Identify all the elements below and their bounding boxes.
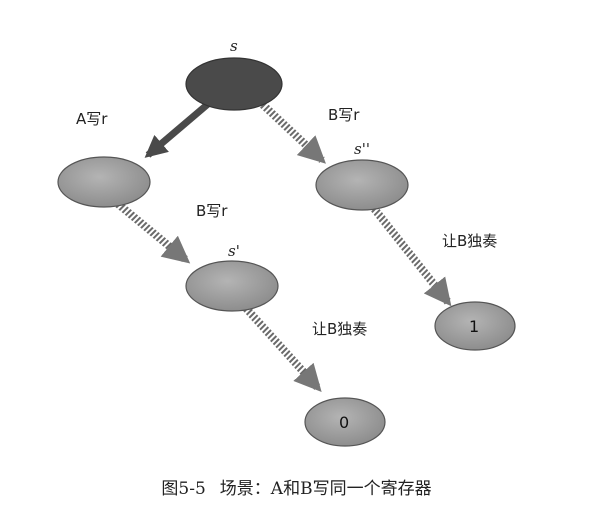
edge-root-a-label: A写r — [76, 110, 108, 128]
node-root-label: s — [230, 37, 238, 55]
edge-root-to-a — [144, 101, 211, 158]
edge-b-to-leaf1 — [368, 203, 452, 307]
edge-root-b-label: B写r — [328, 106, 360, 124]
node-root — [185, 57, 283, 111]
figure-caption-text: 场景：A和B写同一个寄存器 — [219, 479, 432, 499]
leaf0-value: 0 — [339, 413, 349, 432]
edge-c-to-leaf0 — [241, 303, 322, 393]
node-c-label: s' — [228, 242, 240, 260]
node-a — [57, 156, 151, 208]
node-b-label: s'' — [354, 140, 370, 158]
edge-a-c-label: B写r — [196, 202, 228, 220]
leaf1-value: 1 — [469, 317, 479, 336]
node-c — [185, 260, 279, 312]
edge-c-leaf0-label: 让B独奏 — [312, 320, 367, 338]
edge-a-to-c — [115, 200, 191, 264]
scenario-tree-diagram: s s'' s' 0 1 A写r B写r B写r 让B独奏 让B独奏 — [57, 37, 516, 447]
edge-b-leaf1-label: 让B独奏 — [442, 232, 497, 250]
figure-number: 图5-5 — [161, 479, 206, 499]
node-b — [315, 159, 409, 211]
figure-caption: 图5-5 场景：A和B写同一个寄存器 — [0, 474, 593, 499]
edge-root-to-b — [259, 101, 326, 164]
